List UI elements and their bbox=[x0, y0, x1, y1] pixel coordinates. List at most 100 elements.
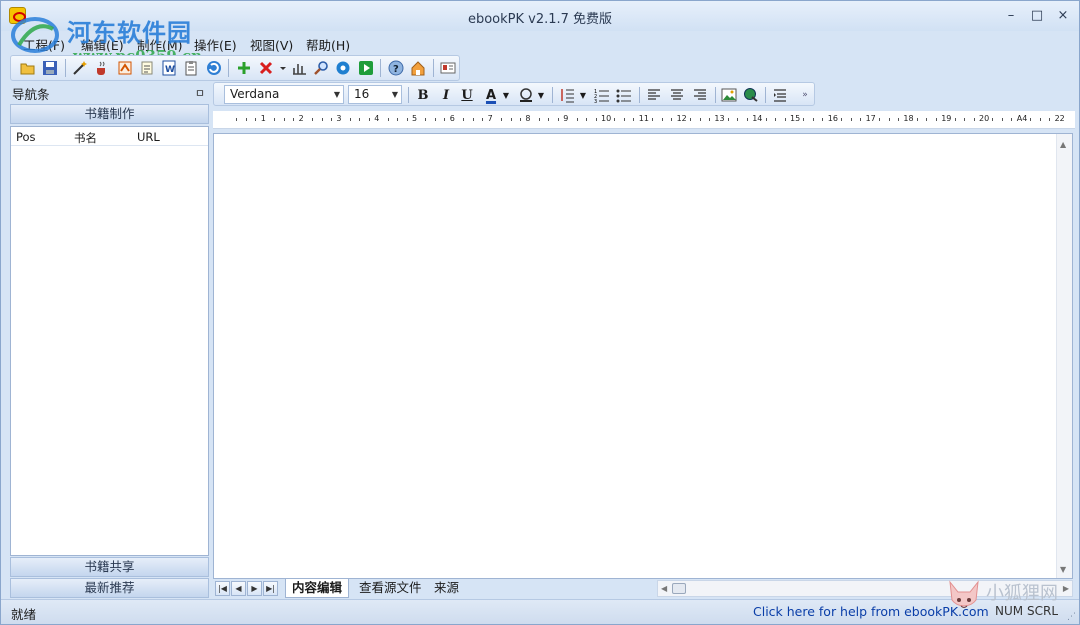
paragraph-format-button[interactable] bbox=[770, 85, 790, 105]
delete-dropdown[interactable] bbox=[278, 57, 288, 79]
ruler-tick bbox=[708, 118, 710, 121]
column-pos[interactable]: Pos bbox=[16, 130, 36, 144]
column-book-name[interactable]: 书名 bbox=[74, 130, 97, 146]
maximize-button[interactable]: □ bbox=[1027, 7, 1047, 25]
search-button[interactable] bbox=[311, 57, 332, 79]
ruler-tick bbox=[812, 118, 814, 121]
italic-button[interactable]: I bbox=[436, 85, 456, 105]
minimize-button[interactable]: – bbox=[1001, 7, 1021, 25]
compile-button[interactable] bbox=[92, 57, 113, 79]
run-button[interactable] bbox=[355, 57, 376, 79]
ruler-tick bbox=[538, 118, 540, 121]
nav-section-recommend[interactable]: 最新推荐 bbox=[10, 578, 209, 598]
highlight-dropdown[interactable]: ▼ bbox=[536, 85, 546, 105]
font-color-button[interactable]: A bbox=[481, 85, 501, 105]
ruler-number: 2 bbox=[298, 114, 304, 123]
ruler-tick bbox=[614, 118, 616, 121]
word-button[interactable]: W bbox=[158, 57, 179, 79]
menu-view[interactable]: 视图(V) bbox=[250, 35, 293, 54]
ruler-tick bbox=[775, 118, 777, 121]
ruler-number: 10 bbox=[601, 114, 612, 123]
ruler-tick bbox=[444, 118, 446, 121]
first-tab-icon[interactable]: |◀ bbox=[215, 581, 230, 596]
tab-source[interactable]: 来源 bbox=[428, 579, 465, 598]
watermark-logo-icon bbox=[11, 17, 59, 53]
align-right-button[interactable] bbox=[690, 85, 710, 105]
ruler-tick bbox=[652, 118, 654, 121]
ruler-tick bbox=[425, 118, 427, 121]
font-name-select[interactable]: Verdana ▼ bbox=[224, 85, 344, 104]
underline-button[interactable]: U bbox=[457, 85, 477, 105]
ruler-tick bbox=[973, 118, 975, 121]
scroll-up-icon[interactable]: ▲ bbox=[1060, 140, 1066, 149]
line-spacing-button[interactable] bbox=[558, 85, 578, 105]
ruler-tick bbox=[954, 118, 956, 121]
ruler-tick bbox=[586, 118, 588, 121]
ruler-tick bbox=[746, 118, 748, 121]
column-url[interactable]: URL bbox=[137, 130, 160, 144]
ruler-number: 14 bbox=[752, 114, 763, 123]
bullet-list-button[interactable] bbox=[614, 85, 634, 105]
main-toolbar: W ? bbox=[10, 55, 460, 81]
open-button[interactable] bbox=[17, 57, 38, 79]
highlight-icon bbox=[520, 88, 532, 102]
toolbar-separator bbox=[228, 59, 230, 77]
nav-section-book-share[interactable]: 书籍共享 bbox=[10, 557, 209, 577]
settings-button[interactable] bbox=[333, 57, 354, 79]
book-list[interactable]: Pos 书名 URL bbox=[10, 126, 209, 556]
ruler-tick bbox=[293, 118, 295, 121]
add-button[interactable] bbox=[233, 57, 254, 79]
numbered-list-button[interactable]: 123 bbox=[592, 85, 612, 105]
ruler-number: 19 bbox=[941, 114, 952, 123]
last-tab-icon[interactable]: ▶| bbox=[263, 581, 278, 596]
sort-button[interactable] bbox=[288, 57, 309, 79]
watermark-title: 河东软件园 bbox=[67, 18, 192, 47]
highlight-button[interactable] bbox=[516, 85, 536, 105]
scroll-right-icon[interactable]: ▶ bbox=[1063, 584, 1069, 593]
scroll-thumb[interactable] bbox=[672, 583, 686, 594]
font-size-value: 16 bbox=[354, 87, 370, 101]
properties-button[interactable] bbox=[136, 57, 157, 79]
prev-tab-icon[interactable]: ◀ bbox=[231, 581, 246, 596]
delete-button[interactable] bbox=[255, 57, 276, 79]
toolbar-overflow-button[interactable]: » bbox=[799, 85, 811, 105]
ruler-tick bbox=[1039, 118, 1041, 121]
close-button[interactable]: × bbox=[1053, 7, 1073, 25]
plus-icon bbox=[237, 62, 250, 74]
java-cup-icon bbox=[97, 61, 106, 75]
bold-button[interactable]: B bbox=[413, 85, 433, 105]
align-center-button[interactable] bbox=[667, 85, 687, 105]
font-size-select[interactable]: 16 ▼ bbox=[348, 85, 402, 104]
save-button[interactable] bbox=[39, 57, 60, 79]
menu-help[interactable]: 帮助(H) bbox=[306, 35, 350, 54]
resize-grip-icon[interactable]: ⋰ bbox=[1067, 612, 1076, 622]
scroll-down-icon[interactable]: ▼ bbox=[1060, 565, 1066, 574]
insert-link-button[interactable] bbox=[741, 85, 761, 105]
pin-icon[interactable]: ㅁ bbox=[195, 85, 205, 101]
ruler-tick bbox=[727, 118, 729, 121]
ruler-tick bbox=[841, 118, 843, 121]
clipboard-button[interactable] bbox=[181, 57, 202, 79]
line-spacing-dropdown[interactable]: ▼ bbox=[578, 85, 588, 105]
nav-section-book-making[interactable]: 书籍制作 bbox=[10, 104, 209, 124]
next-tab-icon[interactable]: ▶ bbox=[247, 581, 262, 596]
ruler-tick bbox=[519, 118, 521, 121]
refresh-button[interactable] bbox=[203, 57, 224, 79]
align-left-button[interactable] bbox=[644, 85, 664, 105]
content-editor[interactable]: ▲ ▼ bbox=[213, 133, 1073, 579]
tab-view-source[interactable]: 查看源文件 bbox=[353, 579, 428, 598]
insert-image-button[interactable] bbox=[719, 85, 739, 105]
about-button[interactable] bbox=[438, 57, 459, 79]
home-button[interactable] bbox=[408, 57, 429, 79]
toolbar-separator bbox=[432, 59, 434, 77]
toolbar-separator bbox=[552, 87, 553, 103]
scroll-left-icon[interactable]: ◀ bbox=[661, 584, 667, 593]
ruler[interactable]: 1 2 3 4 5 6 7 8 9 10 11 12 13 14 15 16 17 18 19 20 A4 22 bbox=[213, 111, 1075, 129]
font-color-dropdown[interactable]: ▼ bbox=[501, 85, 511, 105]
export-button[interactable] bbox=[114, 57, 135, 79]
ruler-number: 7 bbox=[487, 114, 493, 123]
vertical-scrollbar[interactable]: ▲ ▼ bbox=[1056, 134, 1072, 578]
tab-content-edit[interactable]: 内容编辑 bbox=[285, 579, 350, 598]
help-button[interactable]: ? bbox=[385, 57, 406, 79]
wizard-button[interactable] bbox=[69, 57, 90, 79]
